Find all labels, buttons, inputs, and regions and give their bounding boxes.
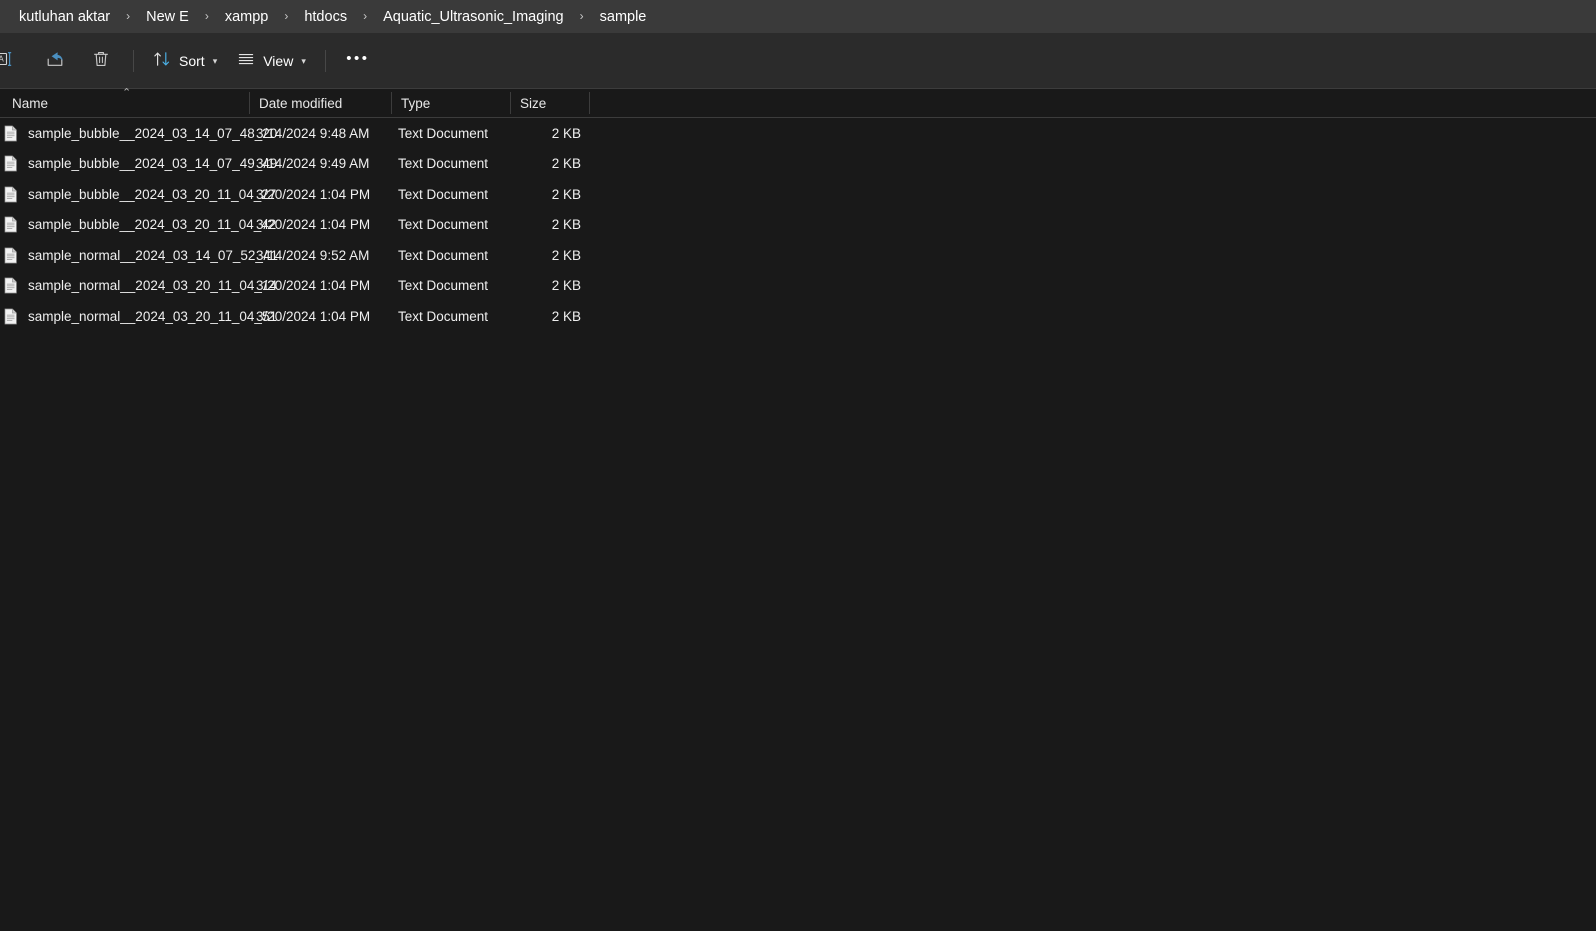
- text-document-icon: [3, 247, 19, 264]
- text-document-icon: [3, 155, 19, 172]
- text-document-icon: [3, 125, 19, 142]
- file-size-cell: 2 KB: [551, 278, 581, 294]
- breadcrumb-item-sample[interactable]: sample: [597, 7, 650, 27]
- file-type-cell: Text Document: [398, 247, 489, 263]
- breadcrumb-item-xampp[interactable]: xampp: [222, 7, 272, 27]
- file-date-modified-cell: 3/14/2024 9:48 AM: [256, 125, 370, 141]
- more-options-icon: •••: [346, 50, 370, 67]
- toolbar-divider: [324, 49, 326, 72]
- file-row[interactable]: sample_bubble__2024_03_14_07_48_20 3/14/2…: [0, 118, 1596, 149]
- file-row[interactable]: sample_bubble__2024_03_20_11_04_42 3/20/2…: [0, 210, 1596, 241]
- file-size-cell: 2 KB: [551, 186, 581, 202]
- breadcrumb-separator-icon: ›: [579, 8, 584, 23]
- breadcrumb-separator-icon: ›: [363, 8, 368, 23]
- file-row[interactable]: sample_normal__2024_03_14_07_52_41 3/14/2…: [0, 240, 1596, 271]
- file-date-modified-cell: 3/14/2024 9:49 AM: [256, 156, 370, 172]
- column-header-size[interactable]: Size: [510, 88, 589, 118]
- breadcrumb-item-new-e[interactable]: New E: [143, 7, 192, 27]
- file-date-modified-cell: 3/14/2024 9:52 AM: [256, 247, 370, 263]
- file-name-label: sample_bubble__2024_03_14_07_48_20: [28, 125, 278, 141]
- column-header-date-modified[interactable]: Date modified: [249, 88, 391, 118]
- sort-ascending-icon: ⌃: [122, 87, 132, 99]
- file-type-cell: Text Document: [398, 186, 489, 202]
- file-date-modified-cell: 3/20/2024 1:04 PM: [256, 278, 371, 294]
- breadcrumb-item-htdocs[interactable]: htdocs: [301, 7, 350, 27]
- file-name-cell[interactable]: sample_bubble__2024_03_20_11_04_27: [0, 186, 276, 203]
- sort-arrows-icon: [153, 50, 171, 71]
- file-name-label: sample_bubble__2024_03_20_11_04_27: [28, 186, 277, 202]
- breadcrumb-separator-icon: ›: [126, 8, 131, 23]
- file-size-cell: 2 KB: [551, 217, 581, 233]
- file-date-modified-cell: 3/20/2024 1:04 PM: [256, 186, 371, 202]
- text-document-icon: [3, 186, 19, 203]
- toolbar-divider: [133, 49, 134, 72]
- file-type-cell: Text Document: [398, 278, 489, 294]
- overflow-menu-button[interactable]: •••: [335, 44, 381, 78]
- file-type-cell: Text Document: [398, 217, 489, 233]
- file-name-cell[interactable]: sample_normal__2024_03_20_11_04_14: [0, 277, 277, 294]
- chevron-down-icon: ▾: [301, 56, 306, 66]
- file-size-cell: 2 KB: [551, 125, 581, 141]
- breadcrumb-item-kutluhan-aktar[interactable]: kutluhan aktar: [16, 7, 113, 27]
- view-list-icon: [237, 50, 255, 71]
- share-button[interactable]: [32, 44, 78, 78]
- file-type-cell: Text Document: [398, 156, 489, 172]
- file-type-cell: Text Document: [398, 308, 489, 324]
- view-button[interactable]: View ▾: [227, 44, 316, 78]
- chevron-down-icon: ▾: [212, 56, 218, 66]
- column-header-end-divider: [589, 88, 599, 118]
- file-row[interactable]: sample_normal__2024_03_20_11_04_14 3/20/2…: [0, 271, 1596, 302]
- column-header-date-modified-label: Date modified: [259, 95, 343, 111]
- view-button-label: View: [263, 52, 294, 69]
- delete-icon: [91, 49, 111, 72]
- sort-button[interactable]: Sort ▾: [143, 44, 227, 78]
- file-name-label: sample_normal__2024_03_20_11_04_51: [28, 308, 277, 324]
- file-size-cell: 2 KB: [551, 247, 581, 263]
- file-row[interactable]: sample_bubble__2024_03_20_11_04_27 3/20/2…: [0, 179, 1596, 210]
- toolbar: A Sort ▾ View ▾ •••: [0, 33, 1596, 88]
- rename-icon: A: [0, 49, 14, 72]
- file-name-label: sample_bubble__2024_03_20_11_04_42: [28, 217, 277, 233]
- column-header-name[interactable]: Name ⌃: [0, 88, 249, 118]
- file-name-cell[interactable]: sample_normal__2024_03_20_11_04_51: [0, 308, 277, 325]
- text-document-icon: [3, 308, 19, 325]
- svg-text:A: A: [0, 55, 4, 64]
- breadcrumb-separator-icon: ›: [204, 8, 209, 23]
- file-name-cell[interactable]: sample_bubble__2024_03_20_11_04_42: [0, 216, 276, 233]
- file-name-cell[interactable]: sample_bubble__2024_03_14_07_48_20: [0, 125, 277, 142]
- file-date-modified-cell: 3/20/2024 1:04 PM: [256, 217, 371, 233]
- file-type-cell: Text Document: [398, 125, 489, 141]
- file-row[interactable]: sample_bubble__2024_03_14_07_49_49 3/14/2…: [0, 149, 1596, 180]
- text-document-icon: [3, 216, 19, 233]
- file-size-cell: 2 KB: [551, 308, 581, 324]
- sort-button-label: Sort: [179, 52, 205, 69]
- file-size-cell: 2 KB: [551, 156, 581, 172]
- text-document-icon: [3, 277, 19, 294]
- file-name-label: sample_normal__2024_03_14_07_52_41: [28, 247, 278, 263]
- file-name-label: sample_bubble__2024_03_14_07_49_49: [28, 156, 278, 172]
- file-name-label: sample_normal__2024_03_20_11_04_14: [28, 278, 277, 294]
- breadcrumb-separator-icon: ›: [284, 8, 289, 23]
- column-header-type-label: Type: [401, 95, 431, 111]
- breadcrumb: kutluhan aktar › New E › xampp › htdocs …: [0, 0, 1596, 33]
- column-header-size-label: Size: [520, 95, 547, 111]
- file-list: sample_bubble__2024_03_14_07_48_20 3/14/2…: [0, 118, 1596, 332]
- file-name-cell[interactable]: sample_normal__2024_03_14_07_52_41: [0, 247, 278, 264]
- column-header-type[interactable]: Type: [391, 88, 510, 118]
- column-headers: Name ⌃ Date modified Type Size: [0, 88, 1596, 118]
- delete-button[interactable]: [78, 44, 124, 78]
- file-date-modified-cell: 3/20/2024 1:04 PM: [256, 308, 371, 324]
- share-icon: [45, 49, 65, 72]
- breadcrumb-item-aquatic-ultrasonic-imaging[interactable]: Aquatic_Ultrasonic_Imaging: [380, 7, 567, 27]
- column-header-name-label: Name: [12, 95, 49, 111]
- file-name-cell[interactable]: sample_bubble__2024_03_14_07_49_49: [0, 155, 277, 172]
- rename-button[interactable]: A: [0, 44, 32, 78]
- file-row[interactable]: sample_normal__2024_03_20_11_04_51 3/20/2…: [0, 301, 1596, 332]
